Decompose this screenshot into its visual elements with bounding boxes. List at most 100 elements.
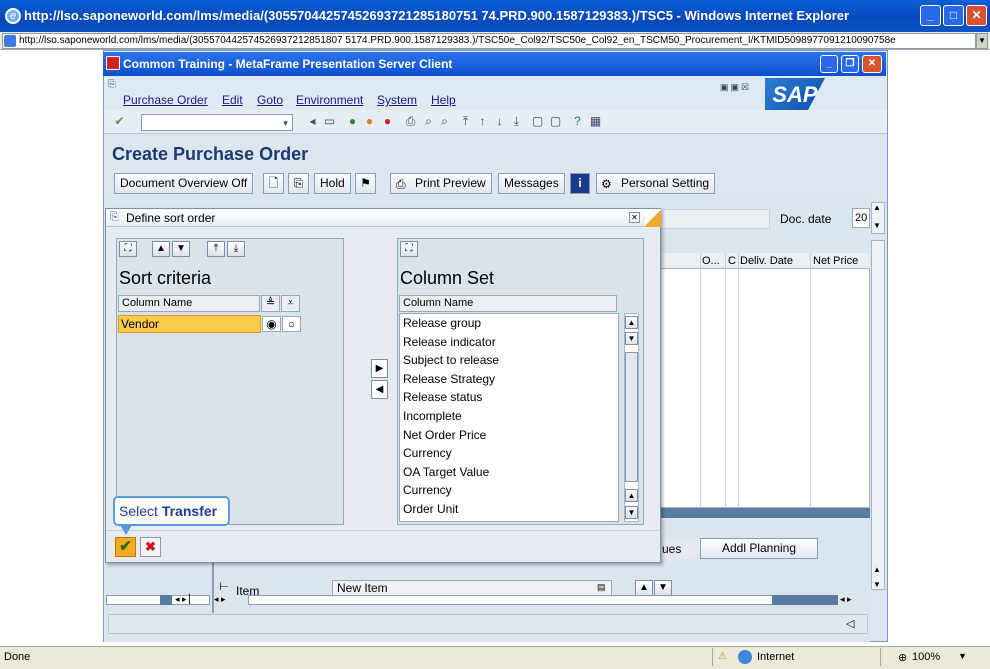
item-select[interactable]: New Item <box>332 580 612 596</box>
command-field[interactable] <box>141 114 293 131</box>
item-down-button[interactable]: ▼ <box>654 580 672 596</box>
personal-setting-button[interactable]: Personal Setting <box>596 173 716 194</box>
ascending-header-icon[interactable]: ≜ <box>261 295 280 312</box>
menu-edit[interactable]: Edit <box>222 93 243 107</box>
remove-from-sort-button[interactable]: ◀ <box>371 380 388 399</box>
list-item[interactable]: Subject to release <box>400 351 618 370</box>
move-up-button[interactable]: ▲ <box>152 241 170 257</box>
mf-restore-icon[interactable]: ❐ <box>841 55 859 73</box>
ascending-radio[interactable]: ◉ <box>262 316 281 332</box>
create-doc-icon[interactable]: 🗋 <box>263 173 284 194</box>
prev-page-icon[interactable]: ↑ <box>475 114 490 129</box>
other-doc-icon[interactable]: ⎘ <box>288 173 309 194</box>
first-page-icon[interactable]: ⤒ <box>458 114 473 129</box>
check-icon[interactable]: ⚑ <box>355 173 376 194</box>
list-item[interactable]: Release group <box>400 314 618 333</box>
zoom-icon[interactable]: ⊕ <box>898 651 907 664</box>
column-scroll-down2-icon[interactable]: ▼ <box>625 506 638 519</box>
menu-purchase-order[interactable]: Purchase Order <box>123 93 208 107</box>
bottom-hscroll-main-thumb[interactable] <box>772 595 838 605</box>
address-dropdown-icon[interactable]: ▼ <box>976 33 988 49</box>
menu-help[interactable]: Help <box>431 93 456 107</box>
grid-col-net-price[interactable]: Net Price <box>813 255 858 267</box>
find-icon[interactable]: ⌕ <box>421 114 436 129</box>
info-icon[interactable]: i <box>570 173 590 194</box>
list-item[interactable]: Order Unit <box>400 500 618 519</box>
enter-icon[interactable]: ✔ <box>112 114 127 129</box>
menu-environment[interactable]: Environment <box>296 93 363 107</box>
document-overview-off-button[interactable]: Document Overview Off <box>114 173 254 194</box>
back-icon[interactable]: ● <box>345 114 360 129</box>
save-disk-icon[interactable]: ▭ <box>322 114 337 129</box>
column-set-header[interactable]: Column Name <box>399 295 617 312</box>
item-select-dropdown-icon[interactable]: ▤ <box>597 582 606 593</box>
find-next-icon[interactable]: ⌕ <box>437 114 452 129</box>
status-resize-icon[interactable]: ◁ <box>846 617 854 630</box>
sort-row-vendor[interactable]: Vendor <box>118 315 261 333</box>
column-scroll-down-icon[interactable]: ▲ <box>625 489 638 502</box>
item-up-button[interactable]: ▲ <box>635 580 653 596</box>
transfer-button[interactable]: ✔ <box>115 537 136 557</box>
bottom-hscroll-main[interactable] <box>248 595 838 605</box>
grid-col-deliv-date[interactable]: Deliv. Date <box>740 255 793 267</box>
move-down-button[interactable]: ▼ <box>172 241 190 257</box>
sap-menu-icon[interactable]: ⎘ <box>108 79 116 90</box>
save-icon[interactable]: ◂ <box>305 114 320 129</box>
column-scroll-up2-icon[interactable]: ▼ <box>625 332 638 345</box>
add-to-sort-button[interactable]: ▶ <box>371 359 388 378</box>
bottom-scroll-nav3-icon[interactable]: ◂ ▸ <box>840 594 852 605</box>
zoom-level[interactable]: 100% <box>912 651 940 663</box>
main-vscroll[interactable] <box>871 240 885 590</box>
tab-partial[interactable]: ues <box>662 539 702 559</box>
mf-minimize-icon[interactable]: _ <box>820 55 838 73</box>
last-page-icon[interactable]: ⤓ <box>509 114 524 129</box>
grid-col-o[interactable]: O... <box>702 255 720 267</box>
maximize-icon[interactable]: □ <box>943 5 964 26</box>
messages-button[interactable]: Messages <box>498 173 565 194</box>
print-icon[interactable]: ⎙ <box>403 114 418 129</box>
dialog-menu-icon[interactable]: ⎘ <box>110 211 119 224</box>
main-scroll-up-icon[interactable]: ▲ <box>873 565 881 574</box>
column-scroll-thumb[interactable] <box>625 352 638 482</box>
grid-col-c[interactable]: C <box>728 255 736 267</box>
doc-date-field[interactable]: 20 <box>852 208 870 228</box>
bottom-scroll-nav-icon[interactable]: ◂ ▸ ▏ <box>175 594 196 605</box>
list-item[interactable]: OA Target Value <box>400 463 618 482</box>
exit-icon[interactable]: ● <box>362 114 377 129</box>
help-icon[interactable]: ? <box>570 114 585 129</box>
move-top-button[interactable]: ⤒ <box>207 241 225 257</box>
layout-icon[interactable]: ▦ <box>588 114 603 129</box>
bottom-scroll-nav2-icon[interactable]: ◂ ▸ <box>214 594 226 605</box>
list-item[interactable]: Currency <box>400 444 618 463</box>
grid-hscroll[interactable] <box>660 508 870 518</box>
mf-close-icon[interactable]: ✕ <box>862 55 882 73</box>
column-scroll-up-icon[interactable]: ▲ <box>625 316 638 329</box>
addl-planning-tab[interactable]: Addl Planning <box>700 538 818 559</box>
menu-goto[interactable]: Goto <box>257 93 283 107</box>
sap-window-controls[interactable]: ▣▣☒ <box>720 82 760 94</box>
move-bottom-button[interactable]: ⤓ <box>227 241 245 257</box>
find-sort-icon[interactable]: ⛶ <box>119 241 137 257</box>
shortcut-icon[interactable]: ▢ <box>548 114 563 129</box>
main-scroll-down-icon[interactable]: ▼ <box>873 580 881 589</box>
close-icon[interactable]: ✕ <box>966 5 987 26</box>
bottom-hscroll-thumb[interactable] <box>160 595 172 605</box>
scroll-down-icon[interactable]: ▼ <box>873 221 881 230</box>
zoom-dropdown-icon[interactable]: ▼ <box>958 651 967 661</box>
scroll-up-icon[interactable]: ▲ <box>873 203 881 212</box>
list-item[interactable]: Currency <box>400 481 618 500</box>
minimize-icon[interactable]: _ <box>920 5 941 26</box>
list-item[interactable]: Release status <box>400 388 618 407</box>
command-dropdown-icon[interactable]: ▾ <box>278 116 293 131</box>
menu-system[interactable]: System <box>377 93 417 107</box>
descending-radio[interactable]: ○ <box>282 316 301 332</box>
list-item[interactable]: Release indicator <box>400 333 618 352</box>
list-item[interactable]: Incomplete <box>400 407 618 426</box>
find-column-icon[interactable]: ⛶ <box>400 241 418 257</box>
hold-button[interactable]: Hold <box>314 173 351 194</box>
dialog-close-icon[interactable]: ✕ <box>629 212 640 223</box>
list-item[interactable]: Net Order Price <box>400 426 618 445</box>
list-item[interactable]: Release Strategy <box>400 370 618 389</box>
next-page-icon[interactable]: ↓ <box>492 114 507 129</box>
descending-header-icon[interactable]: ⩡ <box>281 295 300 312</box>
